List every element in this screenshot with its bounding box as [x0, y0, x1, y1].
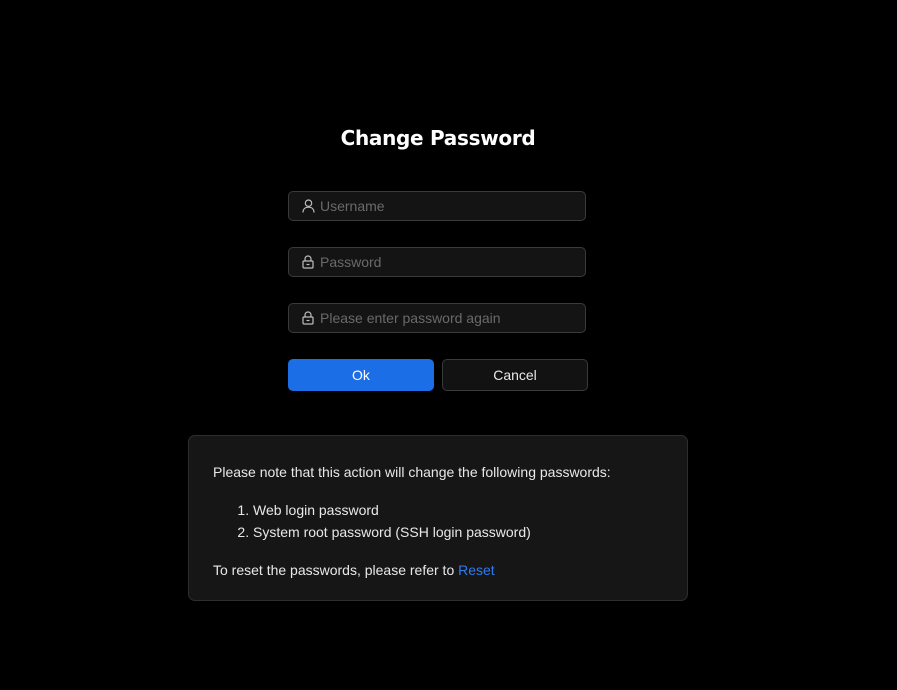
- user-icon: [301, 199, 315, 213]
- password-notice-panel: Please note that this action will change…: [188, 435, 688, 601]
- list-item: Web login password: [253, 499, 663, 521]
- ok-button[interactable]: Ok: [288, 359, 434, 391]
- reset-note: To reset the passwords, please refer to …: [213, 561, 663, 579]
- lock-icon: [301, 255, 315, 269]
- username-input[interactable]: [320, 192, 585, 220]
- change-password-page: Change Password O: [0, 0, 897, 690]
- affected-passwords-list: Web login password System root password …: [213, 499, 663, 543]
- password-field[interactable]: [288, 247, 586, 277]
- password-input[interactable]: [320, 248, 585, 276]
- reset-link[interactable]: Reset: [458, 562, 495, 578]
- list-item: System root password (SSH login password…: [253, 521, 663, 543]
- lock-icon: [301, 311, 315, 325]
- password-again-field[interactable]: [288, 303, 586, 333]
- page-title: Change Password: [340, 126, 536, 150]
- username-field[interactable]: [288, 191, 586, 221]
- password-again-input[interactable]: [320, 304, 585, 332]
- reset-note-text: To reset the passwords, please refer to: [213, 562, 459, 578]
- notice-intro: Please note that this action will change…: [213, 464, 611, 480]
- cancel-button[interactable]: Cancel: [442, 359, 588, 391]
